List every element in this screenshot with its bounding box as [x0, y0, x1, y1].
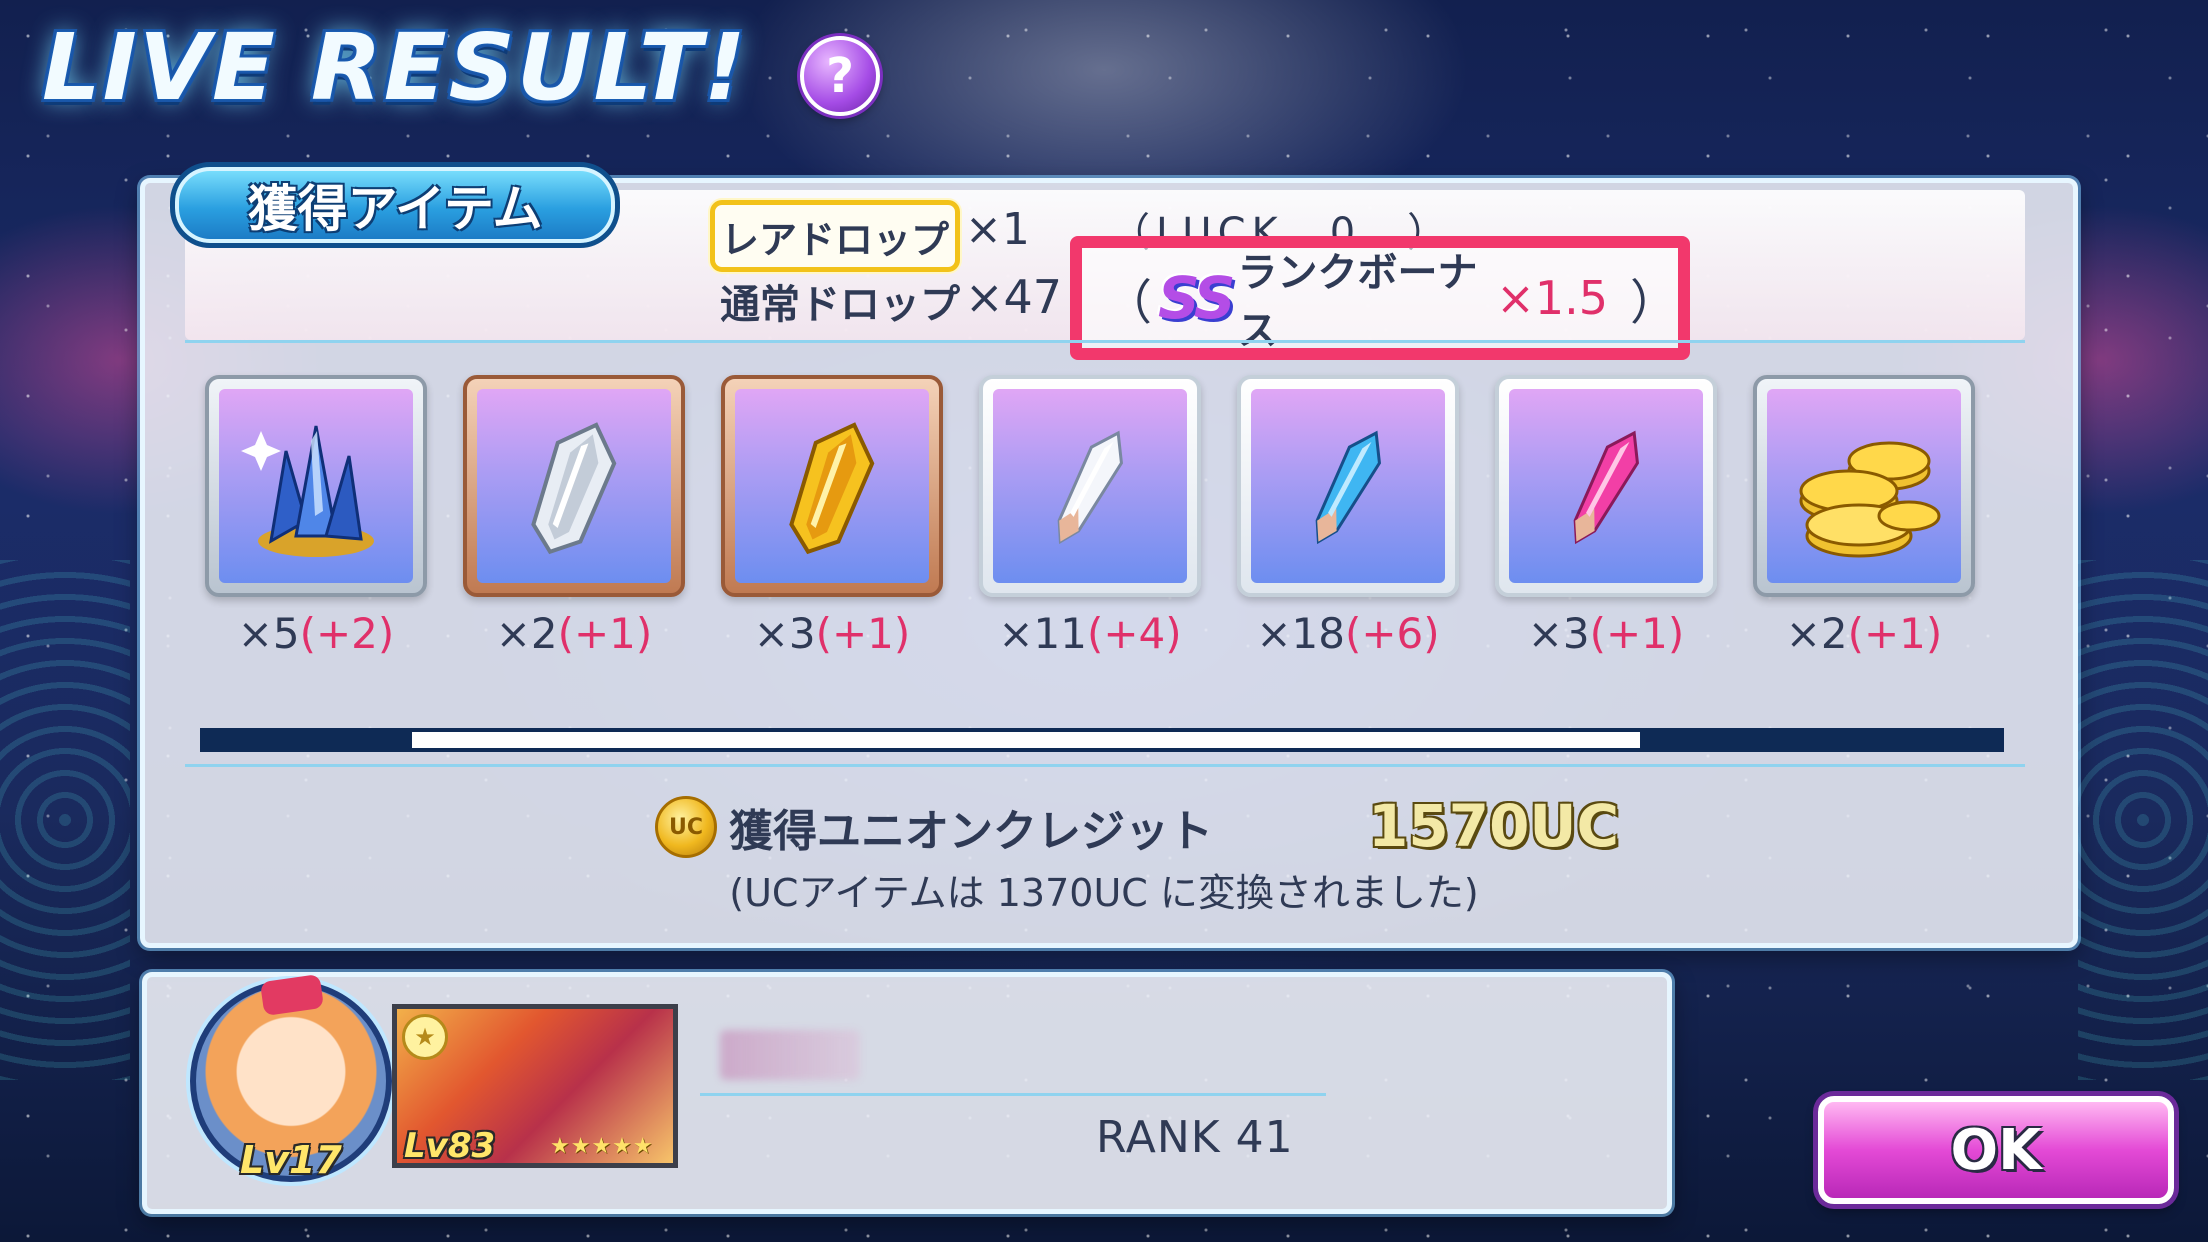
union-credit-label: 獲得ユニオンクレジット: [729, 806, 1213, 857]
item-slot[interactable]: ×5(+2): [205, 375, 427, 658]
blue-shard-icon: [1315, 430, 1381, 545]
blue-crystal-cluster-icon: [241, 425, 374, 557]
item-bonus: (+4): [1086, 609, 1182, 658]
item-slot[interactable]: ×18(+6): [1237, 375, 1459, 658]
help-button-label: ?: [826, 48, 854, 104]
item-count: ×5: [237, 609, 300, 658]
item-frame: [721, 375, 943, 597]
normal-drop-label: 通常ドロップ: [720, 282, 960, 328]
item-bonus: (+1): [1847, 609, 1943, 658]
right-speaker-decoration: [2078, 560, 2208, 1080]
gold-coins-icon: [1799, 441, 1941, 558]
item-bonus: (+6): [1344, 609, 1440, 658]
item-bonus: (+1): [557, 609, 653, 658]
rank-bonus-multiplier: ×1.5: [1496, 271, 1608, 325]
clear-gem-icon: [531, 422, 617, 555]
item-bonus: (+1): [1589, 609, 1685, 658]
item-frame: [1753, 375, 1975, 597]
item-slot[interactable]: ×2(+1): [1753, 375, 1975, 658]
union-credit-value: 1570UC: [1368, 792, 1620, 860]
ok-button[interactable]: OK: [1818, 1096, 2174, 1204]
item-count: ×2: [1785, 609, 1848, 658]
scrollbar-thumb[interactable]: [412, 732, 1640, 748]
avatar-level: Lv17: [240, 1138, 342, 1182]
bonus-open-paren: （: [1104, 275, 1153, 331]
item-frame: [1237, 375, 1459, 597]
white-shard-icon: [1057, 430, 1123, 545]
item-frame: [205, 375, 427, 597]
divider: [185, 764, 2025, 767]
divider: [185, 340, 2025, 343]
item-count: ×11: [998, 609, 1087, 658]
union-credit-row: UC 獲得ユニオンクレジット: [655, 795, 1213, 859]
item-slot[interactable]: ×3(+1): [721, 375, 943, 658]
item-count: ×18: [1256, 609, 1345, 658]
pink-shard-icon: [1573, 430, 1639, 545]
bonus-close-paren: ）: [1629, 275, 1678, 331]
left-speaker-decoration: [0, 560, 130, 1080]
star-badge-icon: ★: [402, 1014, 448, 1060]
item-frame: [463, 375, 685, 597]
item-frame: [1495, 375, 1717, 597]
page-title: LIVE RESULT!: [42, 14, 748, 121]
item-count: ×3: [753, 609, 816, 658]
acquired-items-tab: 獲得アイテム: [170, 162, 620, 248]
question-mark-icon[interactable]: ?: [800, 36, 880, 116]
union-credit-note: (UCアイテムは 1370UC に変換されました): [729, 871, 1479, 915]
player-rank: RANK 41: [1096, 1112, 1294, 1163]
normal-drop-multiplier: ×47: [965, 270, 1063, 324]
item-slot[interactable]: ×3(+1): [1495, 375, 1717, 658]
item-list: ×5(+2) ×2(+1) ×3(+1) ×11(+4) ×18(+6) ×3(…: [205, 375, 2005, 658]
rank-bonus-label: ランクボーナス: [1237, 250, 1478, 354]
gold-gem-icon: [789, 422, 875, 555]
card-level: Lv83: [404, 1126, 496, 1166]
item-bonus: (+1): [815, 609, 911, 658]
item-slot[interactable]: ×2(+1): [463, 375, 685, 658]
item-count: ×2: [495, 609, 558, 658]
rare-drop-multiplier: ×1: [965, 204, 1030, 255]
card-rarity-stars: ★★★★★: [550, 1134, 654, 1159]
item-bonus: (+2): [299, 609, 395, 658]
item-count: ×3: [1527, 609, 1590, 658]
uc-coin-icon: UC: [655, 796, 717, 858]
divider: [700, 1093, 1326, 1096]
uc-coin-label: UC: [668, 814, 703, 840]
player-name-redacted: [720, 1030, 860, 1080]
item-slot[interactable]: ×11(+4): [979, 375, 1201, 658]
rare-drop-tag: レアドロップ: [710, 200, 960, 272]
item-frame: [979, 375, 1201, 597]
ss-rank-badge: SS: [1158, 264, 1236, 332]
